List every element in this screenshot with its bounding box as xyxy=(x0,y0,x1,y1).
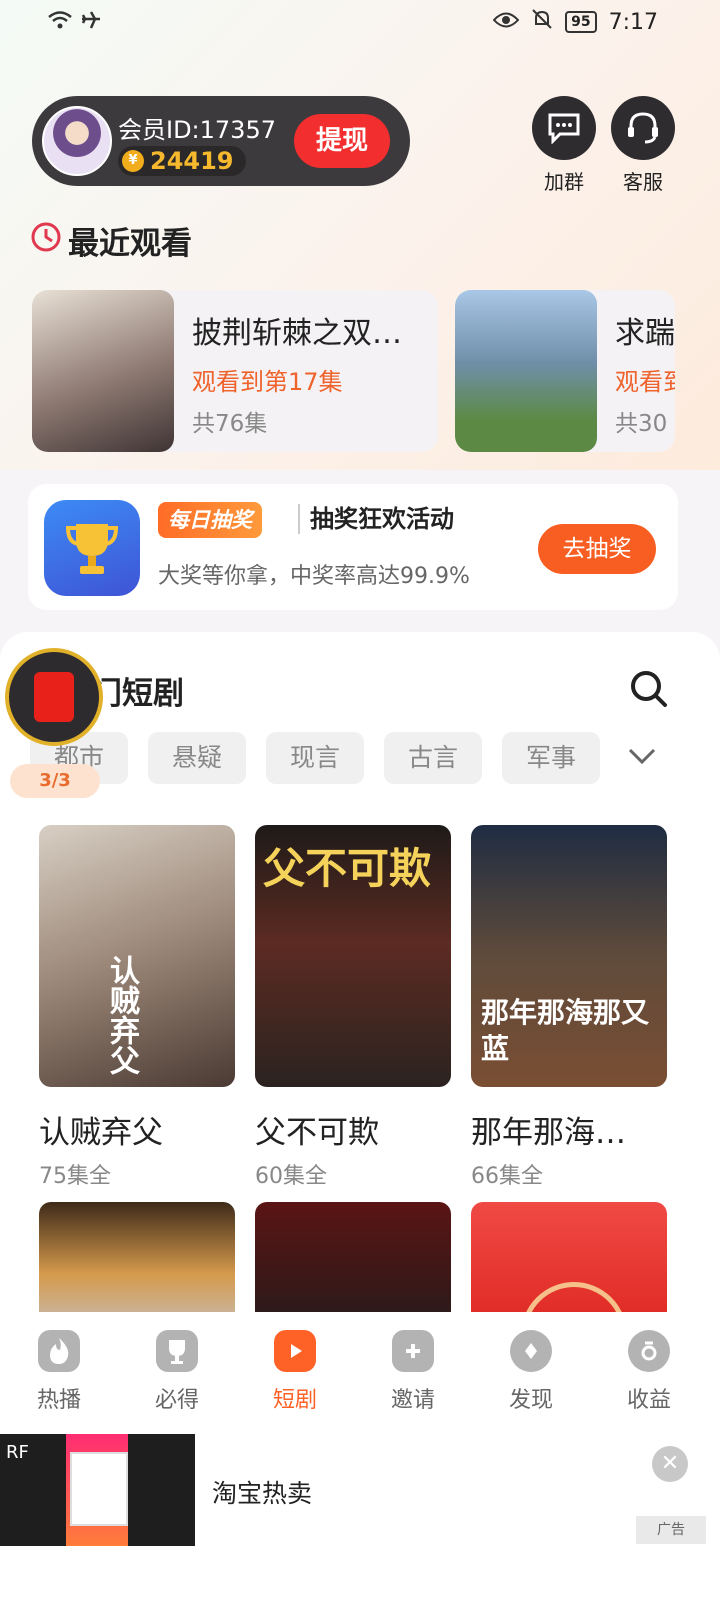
bottom-tab-bar: 热播 必得 短剧 邀请 发现 收益 xyxy=(0,1312,720,1434)
tab-label: 邀请 xyxy=(390,1388,435,1413)
chevron-down-icon[interactable] xyxy=(626,744,658,772)
member-card: 会员ID:17357 ¥ 24419 提现 xyxy=(32,96,410,186)
tab-discover[interactable]: 发现 xyxy=(472,1330,590,1414)
poster-title: 认贼弃父 xyxy=(104,955,139,1075)
recent-item[interactable]: 求踹 观看到 共30 xyxy=(455,290,675,452)
eye-icon xyxy=(492,10,520,35)
tab-earnings[interactable]: 收益 xyxy=(590,1330,708,1414)
poster-title: 父不可欺 xyxy=(263,844,432,893)
drama-card[interactable]: 认贼弃父 认贼弃父 75集全 xyxy=(39,825,235,1190)
flame-icon xyxy=(38,1330,80,1372)
tab-label: 收益 xyxy=(626,1388,671,1413)
status-bar: 95 7:17 xyxy=(0,0,720,44)
clock: 7:17 xyxy=(608,9,658,35)
recent-section-title: 最近观看 xyxy=(30,218,192,263)
drama-name: 那年那海… xyxy=(471,1115,626,1151)
recent-item-count: 共30 xyxy=(615,411,668,437)
trophy-icon xyxy=(156,1330,198,1372)
recent-item-count: 共76集 xyxy=(192,411,268,437)
ad-corner-label: RF xyxy=(6,1442,29,1463)
join-group-button[interactable]: 加群 xyxy=(532,96,596,195)
discover-icon xyxy=(510,1330,552,1372)
recent-title-text: 最近观看 xyxy=(68,226,192,262)
drama-name: 认贼弃父 xyxy=(39,1115,163,1151)
category-chips: 都市 悬疑 现言 古言 军事 xyxy=(30,732,600,784)
category-chip[interactable]: 现言 xyxy=(266,732,364,784)
drama-episodes: 60集全 xyxy=(255,1164,327,1189)
tab-invite[interactable]: 邀请 xyxy=(354,1330,472,1414)
tab-label: 热播 xyxy=(36,1388,81,1413)
search-icon[interactable] xyxy=(628,668,668,712)
avatar[interactable] xyxy=(42,106,112,176)
tab-short-drama[interactable]: 短剧 xyxy=(236,1330,354,1414)
money-bag-icon xyxy=(628,1330,670,1372)
drama-episodes: 66集全 xyxy=(471,1164,543,1189)
recent-item[interactable]: 披荆斩棘之双… 观看到第17集 共76集 xyxy=(32,290,438,452)
ad-product-image xyxy=(70,1452,128,1526)
recent-thumbnail xyxy=(455,290,597,452)
join-group-label: 加群 xyxy=(544,170,584,194)
battery-indicator: 95 xyxy=(565,11,597,33)
drama-poster[interactable] xyxy=(39,1202,235,1322)
category-chip[interactable]: 悬疑 xyxy=(148,732,246,784)
clock-icon xyxy=(30,221,62,261)
invite-icon xyxy=(392,1330,434,1372)
recent-item-title: 披荆斩棘之双… xyxy=(192,316,402,351)
tab-label: 必得 xyxy=(154,1388,199,1413)
drama-poster[interactable] xyxy=(255,1202,451,1322)
coin-balance: ¥ 24419 xyxy=(118,146,246,176)
drama-poster: 父不可欺 xyxy=(255,825,451,1087)
red-envelope-icon xyxy=(34,672,74,722)
ad-tag: 广告 xyxy=(636,1516,706,1544)
drama-poster: 那年那海那又蓝 xyxy=(471,825,667,1087)
recent-thumbnail xyxy=(32,290,174,452)
headset-icon xyxy=(611,96,675,160)
member-id: 会员ID:17357 xyxy=(118,116,276,144)
recent-item-title: 求踹 xyxy=(615,316,675,351)
drama-poster: 认贼弃父 xyxy=(39,825,235,1087)
floating-red-packet[interactable] xyxy=(5,648,103,746)
ad-banner[interactable]: RF 淘宝热卖 ✕ 广告 xyxy=(0,1434,720,1600)
recent-item-progress: 观看到第17集 xyxy=(192,368,343,396)
tab-label: 发现 xyxy=(508,1388,553,1413)
drama-episodes: 75集全 xyxy=(39,1164,111,1189)
drama-name: 父不可欺 xyxy=(255,1115,379,1151)
lottery-title: 抽奖狂欢活动 xyxy=(298,504,454,534)
lottery-banner[interactable]: 每日抽奖 抽奖狂欢活动 大奖等你拿，中奖率高达99.9% 去抽奖 xyxy=(28,484,678,610)
ad-title: 淘宝热卖 xyxy=(212,1479,313,1508)
coin-amount: 24419 xyxy=(150,147,234,175)
tab-must-win[interactable]: 必得 xyxy=(118,1330,236,1414)
withdraw-button[interactable]: 提现 xyxy=(294,114,390,168)
tab-label: 短剧 xyxy=(272,1388,317,1413)
category-chip[interactable]: 古言 xyxy=(384,732,482,784)
customer-service-label: 客服 xyxy=(623,170,663,194)
lottery-subtitle: 大奖等你拿，中奖率高达99.9% xyxy=(158,564,470,589)
mute-bell-icon xyxy=(531,8,553,36)
red-packet-card[interactable] xyxy=(471,1202,667,1322)
daily-lottery-tag: 每日抽奖 xyxy=(158,502,262,538)
close-icon[interactable]: ✕ xyxy=(652,1446,688,1482)
drama-card[interactable]: 父不可欺 父不可欺 60集全 xyxy=(255,825,451,1190)
tab-hot[interactable]: 热播 xyxy=(0,1330,118,1414)
ad-image: RF xyxy=(0,1434,195,1546)
poster-title: 那年那海那又蓝 xyxy=(481,996,650,1065)
trophy-icon xyxy=(44,500,140,596)
go-lottery-button[interactable]: 去抽奖 xyxy=(538,524,656,574)
airplane-icon xyxy=(80,10,102,34)
play-icon xyxy=(274,1330,316,1372)
recent-item-progress: 观看到 xyxy=(615,368,675,396)
category-chip[interactable]: 军事 xyxy=(502,732,600,784)
red-packet-progress: 3/3 xyxy=(10,764,100,798)
coin-icon: ¥ xyxy=(122,150,144,172)
chat-bubble-icon xyxy=(532,96,596,160)
wifi-icon xyxy=(48,11,72,33)
customer-service-button[interactable]: 客服 xyxy=(611,96,675,195)
drama-card[interactable]: 那年那海那又蓝 那年那海… 66集全 xyxy=(471,825,667,1190)
